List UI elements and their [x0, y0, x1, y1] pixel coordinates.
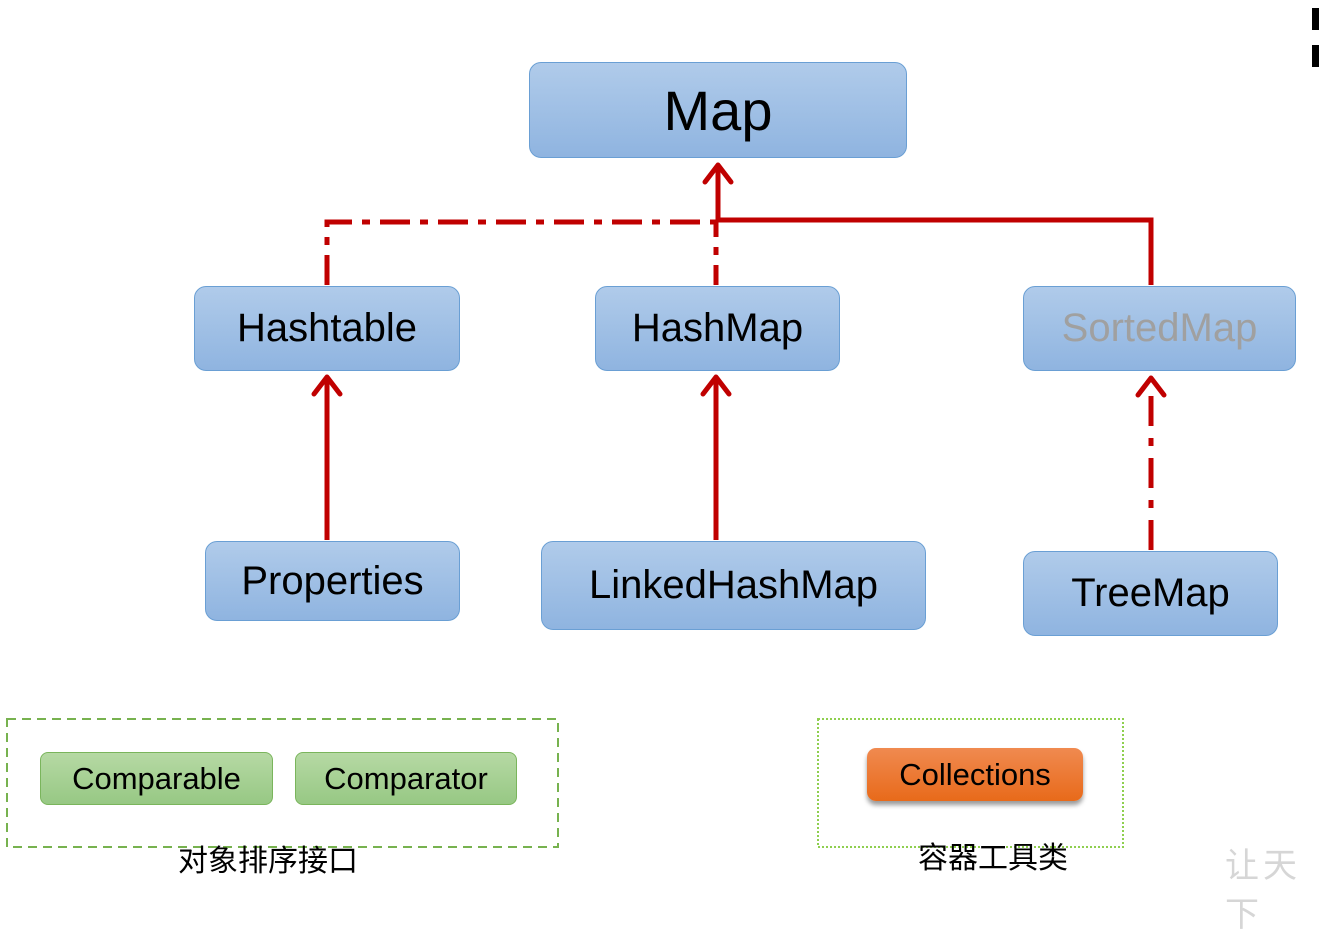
node-hashmap-label: HashMap [631, 306, 804, 350]
node-sortedmap-label: SortedMap [1061, 306, 1258, 350]
node-sortedmap: SortedMap [1023, 286, 1296, 371]
node-map-label: Map [663, 78, 773, 142]
edge-clipped-glyph-2 [1312, 45, 1319, 67]
edge-hashtable-map [324, 219, 716, 285]
node-properties-label: Properties [241, 558, 424, 603]
node-treemap-label: TreeMap [1071, 571, 1230, 615]
node-hashtable-label: Hashtable [236, 306, 418, 350]
node-comparable-label: Comparable [72, 760, 241, 796]
watermark: 让天下 [1225, 846, 1301, 935]
node-hashtable: Hashtable [194, 286, 460, 371]
node-hashmap: HashMap [595, 286, 840, 371]
edge-clipped-glyph-1 [1312, 8, 1319, 30]
node-map: Map [529, 62, 907, 158]
arrowhead-sortedmap [1135, 375, 1167, 398]
node-properties: Properties [205, 541, 460, 621]
node-comparator-label: Comparator [324, 760, 488, 796]
edge-sortedmap-map [715, 165, 1154, 285]
node-comparable: Comparable [40, 752, 273, 805]
utility-group-caption: 容器工具类 [918, 841, 1068, 876]
node-linkedhashmap: LinkedHashMap [541, 541, 926, 630]
node-comparator: Comparator [295, 752, 517, 805]
node-collections-label: Collections [899, 756, 1051, 792]
node-collections: Collections [867, 748, 1083, 801]
node-treemap: TreeMap [1023, 551, 1278, 636]
node-linkedhashmap-label: LinkedHashMap [588, 563, 879, 607]
sorting-group-caption: 对象排序接口 [178, 844, 358, 879]
